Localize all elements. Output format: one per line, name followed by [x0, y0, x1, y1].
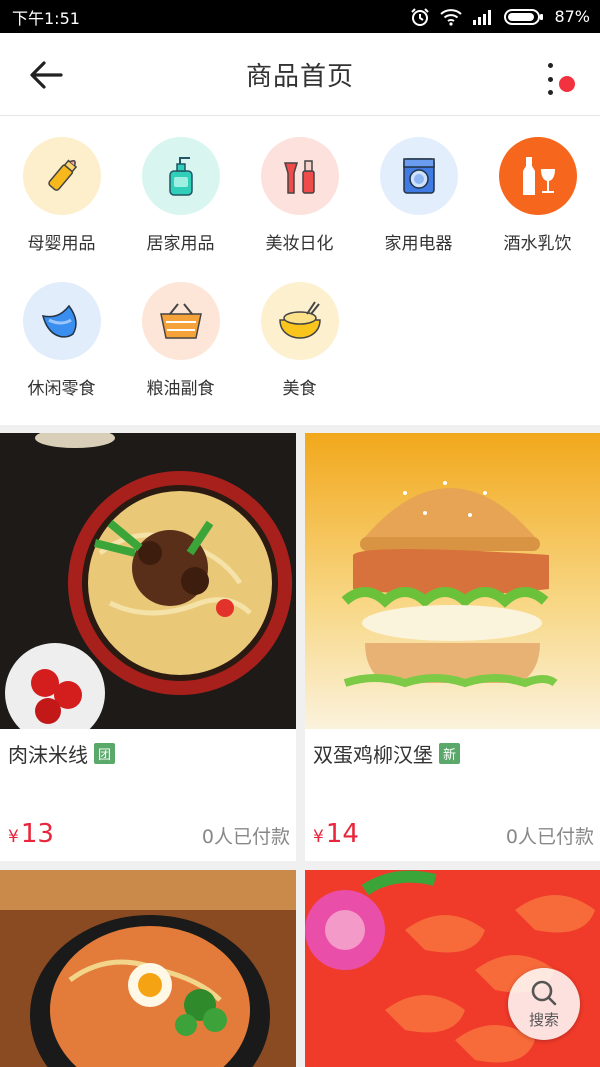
product-price: ¥13 — [8, 819, 54, 849]
status-bar: 下午1:51 87% — [0, 0, 600, 33]
basket-icon — [141, 282, 220, 360]
product-price: ¥14 — [313, 819, 359, 849]
search-icon — [531, 980, 557, 1005]
category-row: 休闲零食 粮油副食 美食 — [0, 282, 600, 427]
baby-bottle-icon — [22, 137, 101, 215]
category-item-food[interactable]: 美食 — [240, 282, 359, 427]
product-name-row: 肉沫米线 团 — [8, 739, 288, 768]
category-label: 酒水乳饮 — [503, 234, 572, 254]
more-dot — [547, 76, 553, 82]
food-bowl-icon — [260, 282, 339, 360]
product-image-noodles — [0, 433, 296, 729]
header: 商品首页 — [0, 33, 600, 116]
group-buy-badge: 团 — [94, 743, 115, 764]
notification-badge — [559, 76, 575, 92]
category-label: 家用电器 — [384, 234, 453, 254]
status-icons: 87% — [410, 7, 590, 27]
battery-level: 87% — [554, 7, 590, 26]
product-card[interactable]: 肉沫米线 团 ¥13 0人已付款 — [0, 433, 296, 861]
arrow-left-icon — [30, 61, 63, 89]
category-item-home[interactable]: 居家用品 — [121, 137, 240, 282]
category-label: 美妆日化 — [265, 234, 334, 254]
floating-search-button[interactable]: 搜索 — [508, 968, 580, 1040]
search-label: 搜索 — [528, 1010, 559, 1029]
product-image-burger — [305, 433, 600, 729]
category-row: 母婴用品 居家用品 美妆日化 家用电器 酒水乳饮 — [0, 137, 600, 282]
more-dot — [547, 63, 553, 68]
product-card[interactable]: 双蛋鸡柳汉堡 新 ¥14 0人已付款 — [305, 433, 600, 861]
burger-image — [305, 433, 600, 729]
product-grid: 肉沫米线 团 ¥13 0人已付款 双蛋鸡柳汉堡 新 ¥14 0人已付款 — [0, 425, 600, 1067]
category-grid: 母婴用品 居家用品 美妆日化 家用电器 酒水乳饮 休闲零食 粮油副食 美食 — [0, 116, 600, 425]
category-label: 粮油副食 — [146, 379, 215, 399]
snack-icon — [22, 282, 101, 360]
product-info: 肉沫米线 团 ¥13 0人已付款 — [0, 729, 296, 861]
category-label: 母婴用品 — [27, 234, 96, 254]
sold-count: 0人已付款 — [201, 826, 290, 848]
product-name: 肉沫米线 — [8, 743, 88, 767]
product-image-bibimbap — [0, 870, 296, 1067]
category-item-drinks[interactable]: 酒水乳饮 — [478, 137, 597, 282]
washing-machine-icon — [379, 137, 458, 215]
category-item-snacks[interactable]: 休闲零食 — [2, 282, 121, 427]
alarm-icon — [410, 7, 430, 27]
price-value: 13 — [20, 819, 54, 849]
category-item-baby[interactable]: 母婴用品 — [2, 137, 121, 282]
wifi-icon — [440, 8, 463, 26]
signal-icon — [472, 9, 494, 25]
noodle-bowl-image — [0, 433, 296, 729]
more-dot — [547, 90, 553, 95]
bibimbap-image — [0, 870, 296, 1067]
new-badge: 新 — [439, 743, 460, 764]
page-title: 商品首页 — [245, 61, 354, 92]
soap-dispenser-icon — [141, 137, 220, 215]
category-label: 美食 — [282, 379, 317, 399]
more-menu-button[interactable] — [538, 59, 562, 99]
product-name-row: 双蛋鸡柳汉堡 新 — [313, 739, 592, 768]
category-label: 休闲零食 — [27, 379, 96, 399]
currency-symbol: ¥ — [313, 827, 324, 847]
price-value: 14 — [325, 819, 359, 849]
wine-bottle-icon — [498, 137, 577, 215]
back-button[interactable] — [26, 57, 66, 93]
battery-icon — [504, 8, 544, 26]
category-item-cosmetics[interactable]: 美妆日化 — [240, 137, 359, 282]
product-name: 双蛋鸡柳汉堡 — [313, 743, 433, 767]
category-label: 居家用品 — [146, 234, 215, 254]
sold-count: 0人已付款 — [505, 826, 594, 848]
category-item-appliance[interactable]: 家用电器 — [359, 137, 478, 282]
cosmetics-icon — [260, 137, 339, 215]
currency-symbol: ¥ — [8, 827, 19, 847]
product-card[interactable] — [0, 870, 296, 1067]
category-item-grain[interactable]: 粮油副食 — [121, 282, 240, 427]
product-info: 双蛋鸡柳汉堡 新 ¥14 0人已付款 — [305, 729, 600, 861]
status-time: 下午1:51 — [12, 8, 80, 28]
